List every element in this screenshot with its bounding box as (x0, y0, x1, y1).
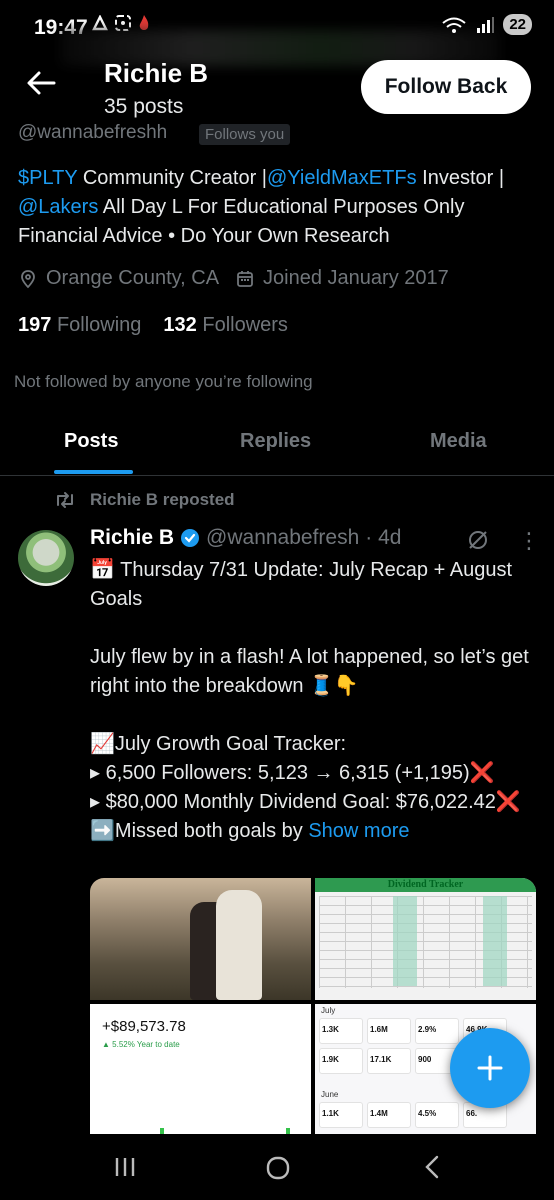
tab-replies[interactable]: Replies (240, 430, 311, 453)
bio-mention-yieldmax[interactable]: @YieldMaxETFs (267, 167, 417, 189)
author-handle[interactable]: @wannabefresh (206, 526, 359, 550)
status-right: 22 (441, 14, 532, 35)
posts-count: 35 posts (104, 95, 184, 118)
bio-cashtag-link[interactable]: $PLTY (18, 167, 77, 189)
avatar[interactable] (18, 530, 74, 586)
follow-stats: 197 Following 132 Followers (18, 314, 288, 337)
media-dividend-tracker[interactable]: Dividend Tracker (315, 878, 536, 1000)
portfolio-change: ▲ 5.52% Year to date (102, 1040, 180, 1049)
profile-location: Orange County, CA (46, 267, 220, 289)
follow-back-button[interactable]: Follow Back (361, 60, 531, 114)
location-icon (21, 269, 35, 288)
post-body: 📅 Thursday 7/31 Update: July Recap + Aug… (90, 559, 529, 842)
back-button[interactable] (24, 66, 60, 106)
profile-name: Richie B (104, 58, 209, 88)
profile-handle: @wannabefreshh (18, 122, 168, 143)
grok-button[interactable] (466, 528, 490, 552)
post-author: Richie B @wannabefresh · 4d (90, 526, 401, 550)
chevron-left-icon (425, 1155, 439, 1179)
tab-active-indicator (54, 470, 133, 474)
followers-link[interactable]: 132 Followers (163, 314, 288, 337)
follows-you-badge: Follows you (199, 124, 291, 145)
tab-media[interactable]: Media (430, 430, 487, 453)
bio-mention-lakers[interactable]: @Lakers (18, 196, 98, 218)
battery-indicator: 22 (503, 14, 532, 35)
recents-icon (115, 1158, 135, 1176)
wifi-icon (442, 17, 466, 33)
following-link[interactable]: 197 Following (18, 314, 141, 337)
portfolio-value: +$89,573.78 (102, 1018, 186, 1035)
profile-bio: $PLTY Community Creator |@YieldMaxETFs I… (18, 164, 538, 251)
system-navigation-bar (0, 1134, 554, 1200)
home-button[interactable] (264, 1154, 292, 1187)
back-nav-button[interactable] (420, 1154, 446, 1185)
app-notification-icon (92, 15, 108, 31)
repost-indicator: Richie B reposted (54, 490, 235, 510)
tracker-title: Dividend Tracker (315, 878, 536, 892)
profile-joined: Joined January 2017 (263, 267, 449, 289)
profile-tabs: Posts Replies Media (0, 414, 554, 476)
verified-badge-icon (181, 529, 200, 547)
grok-icon (469, 531, 487, 549)
stats-label-june: June (321, 1090, 339, 1099)
author-name[interactable]: Richie B (90, 526, 174, 550)
compose-button[interactable] (450, 1028, 530, 1108)
recents-button[interactable] (112, 1154, 138, 1185)
home-icon (266, 1156, 290, 1180)
stats-label-july: July (321, 1006, 336, 1015)
post-time: · 4d (365, 526, 402, 549)
post-more-button[interactable]: ⋮ (518, 528, 540, 554)
mutual-followers-note: Not followed by anyone you’re following (14, 372, 313, 391)
arrow-left-icon (27, 71, 56, 95)
reposted-by: Richie B reposted (90, 490, 235, 509)
repost-icon (57, 492, 73, 508)
media-photo-couple[interactable] (90, 878, 311, 1000)
calendar-icon (237, 270, 253, 287)
bio-text: Investor | (416, 167, 505, 189)
tab-posts[interactable]: Posts (64, 430, 118, 453)
show-more-link[interactable]: Show more (308, 820, 409, 842)
plus-icon (477, 1055, 503, 1081)
profile-meta: Orange County, CA Joined January 2017 (18, 267, 449, 290)
signal-icon (477, 16, 495, 33)
bio-text: Community Creator | (77, 167, 267, 189)
post-text: 📅 Thursday 7/31 Update: July Recap + Aug… (90, 556, 530, 846)
